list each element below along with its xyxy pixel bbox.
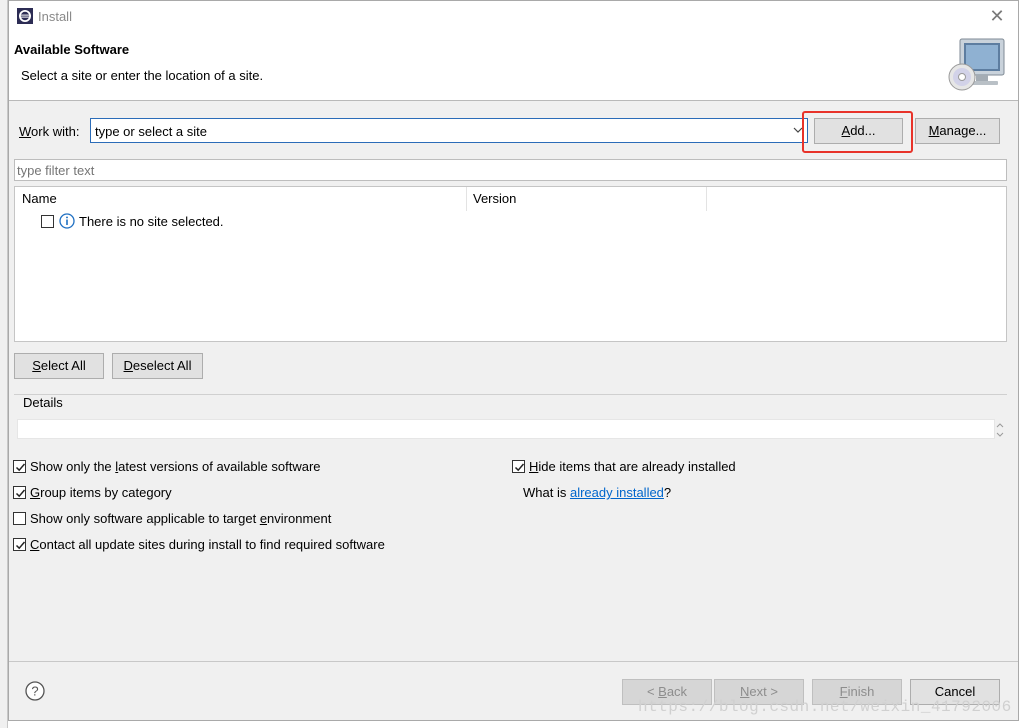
option-contact-update-sites[interactable]: Contact all update sites during install …	[13, 537, 433, 555]
details-scroll-arrows[interactable]	[994, 420, 1006, 440]
help-icon[interactable]: ?	[25, 681, 45, 701]
checkbox-checked[interactable]	[13, 538, 26, 551]
eclipse-app-icon	[17, 8, 33, 24]
install-monitor-icon	[948, 38, 1005, 91]
option-label: Show only the latest versions of availab…	[30, 459, 321, 474]
footer-separator	[9, 661, 1018, 662]
column-separator[interactable]	[706, 187, 707, 211]
option-hide-installed[interactable]: Hide items that are already installed	[512, 459, 772, 477]
page-title: Available Software	[14, 42, 130, 57]
close-icon[interactable]: ✕	[988, 7, 1006, 25]
install-dialog: Install ✕ Available Software Select a si…	[8, 0, 1019, 721]
background-window-edge	[0, 0, 8, 728]
info-icon	[59, 213, 75, 229]
work-with-combo-value[interactable]: type or select a site	[95, 124, 207, 139]
checkbox-checked[interactable]	[13, 486, 26, 499]
filter-field[interactable]	[14, 159, 1007, 181]
checkbox-checked[interactable]	[13, 460, 26, 473]
work-with-combo[interactable]: type or select a site	[90, 118, 808, 143]
option-label: Show only software applicable to target …	[30, 511, 332, 526]
watermark: https://blog.csdn.net/weixin_41792006	[638, 698, 1012, 716]
what-is-installed-text: What is already installed?	[523, 485, 672, 500]
details-label: Details	[23, 395, 63, 410]
row-checkbox[interactable]	[41, 215, 54, 228]
filter-input[interactable]	[17, 162, 1002, 178]
option-label: Group items by category	[30, 485, 172, 500]
manage-button[interactable]: Manage...	[915, 118, 1000, 144]
svg-text:?: ?	[31, 684, 38, 699]
column-header-version[interactable]: Version	[466, 187, 706, 211]
title-bar: Install ✕	[9, 1, 1018, 32]
work-with-label: Work with:	[19, 124, 80, 139]
option-latest-versions[interactable]: Show only the latest versions of availab…	[13, 459, 373, 477]
wizard-banner: Available Software Select a site or ente…	[9, 32, 1018, 101]
table-row: There is no site selected.	[15, 212, 1006, 232]
checkbox-unchecked[interactable]	[13, 512, 26, 525]
row-text: There is no site selected.	[79, 214, 224, 229]
already-installed-link[interactable]: already installed	[570, 485, 664, 500]
page-description: Select a site or enter the location of a…	[21, 68, 264, 83]
select-all-button[interactable]: Select All	[14, 353, 104, 379]
column-header-name[interactable]: Name	[15, 187, 466, 211]
chevron-down-icon[interactable]	[793, 123, 803, 137]
deselect-all-button[interactable]: Deselect All	[112, 353, 203, 379]
option-target-environment[interactable]: Show only software applicable to target …	[13, 511, 373, 529]
option-label: Hide items that are already installed	[529, 459, 736, 474]
add-button[interactable]: Add...	[814, 118, 903, 144]
option-group-by-category[interactable]: Group items by category	[13, 485, 373, 503]
software-table: Name Version There is no site selected.	[14, 186, 1007, 342]
checkbox-checked[interactable]	[512, 460, 525, 473]
window-title: Install	[38, 9, 72, 24]
option-label: Contact all update sites during install …	[30, 537, 385, 552]
details-text	[17, 419, 995, 439]
